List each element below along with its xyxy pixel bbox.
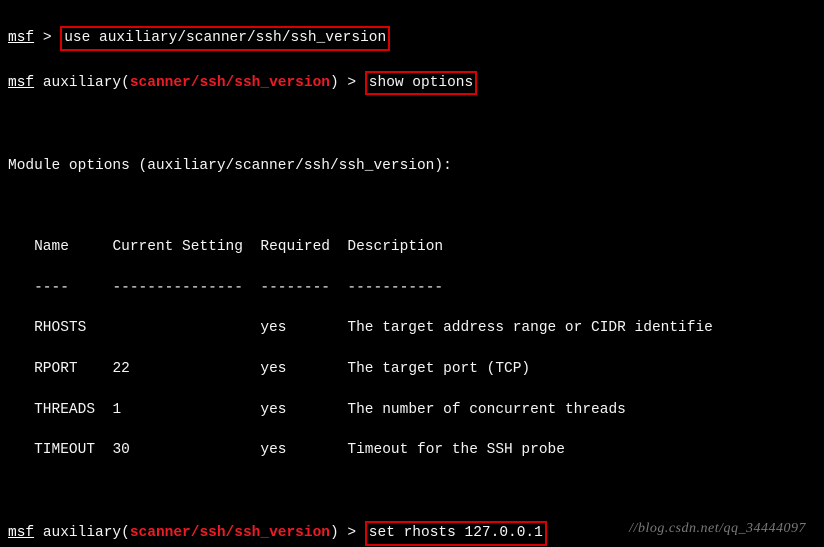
- table-row: TIMEOUT 30 yes Timeout for the SSH probe: [8, 440, 816, 460]
- table-row: THREADS 1 yes The number of concurrent t…: [8, 400, 816, 420]
- table-row: RHOSTS yes The target address range or C…: [8, 318, 816, 338]
- module-path: scanner/ssh/ssh_version: [130, 525, 330, 541]
- watermark-text: //blog.csdn.net/qq_34444097: [629, 519, 806, 539]
- cmd-set-rhosts-box: set rhosts 127.0.0.1: [365, 521, 547, 545]
- prompt-msf: msf: [8, 30, 34, 46]
- line-show-options: msf auxiliary(scanner/ssh/ssh_version) >…: [8, 71, 816, 95]
- prompt-msf: msf: [8, 75, 34, 91]
- terminal-output: msf > use auxiliary/scanner/ssh/ssh_vers…: [0, 0, 824, 547]
- module-path: scanner/ssh/ssh_version: [130, 75, 330, 91]
- cmd-show-options-box: show options: [365, 71, 477, 95]
- prompt-msf: msf: [8, 525, 34, 541]
- line-use-module: msf > use auxiliary/scanner/ssh/ssh_vers…: [8, 26, 816, 50]
- table-row: RPORT 22 yes The target port (TCP): [8, 359, 816, 379]
- module-options-header: Module options (auxiliary/scanner/ssh/ss…: [8, 156, 816, 176]
- table-divider: ---- --------------- -------- ----------…: [8, 278, 816, 298]
- table-header: Name Current Setting Required Descriptio…: [8, 237, 816, 257]
- cmd-use-module-box: use auxiliary/scanner/ssh/ssh_version: [60, 26, 390, 50]
